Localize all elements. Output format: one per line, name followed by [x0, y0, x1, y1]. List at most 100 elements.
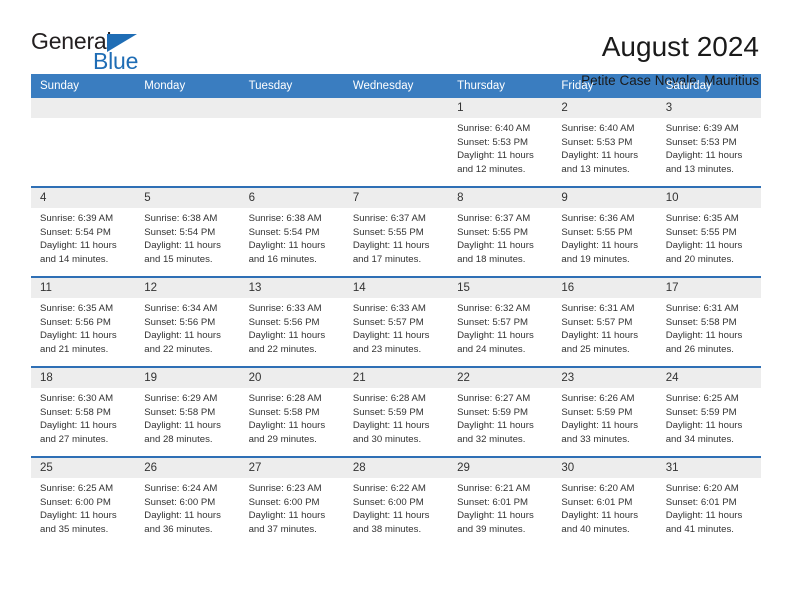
calendar-day-cell[interactable]: 22 Sunrise: 6:27 AM Sunset: 5:59 PM Dayligh… [448, 368, 553, 456]
day-details: Sunrise: 6:40 AM Sunset: 5:53 PM Daylight:… [448, 118, 552, 186]
daylight-text: Daylight: 11 hours and 40 minutes. [561, 510, 639, 535]
calendar-day-cell[interactable]: 2 Sunrise: 6:40 AM Sunset: 5:53 PM Daylight… [552, 98, 657, 186]
calendar-day-cell[interactable]: 29 Sunrise: 6:21 AM Sunset: 6:01 PM Dayligh… [448, 458, 553, 546]
day-number: 10 [656, 188, 761, 208]
sunrise-text: Sunrise: 6:27 AM [457, 393, 531, 404]
calendar-day-cell[interactable]: 10 Sunrise: 6:35 AM Sunset: 5:55 PM Dayligh… [656, 188, 761, 276]
daylight-text: Daylight: 11 hours and 29 minutes. [248, 420, 326, 445]
sunrise-text: Sunrise: 6:26 AM [561, 393, 635, 404]
sunset-text: Sunset: 5:58 PM [144, 406, 216, 418]
sunset-text: Sunset: 6:00 PM [248, 496, 320, 508]
calendar-day-cell[interactable]: 15 Sunrise: 6:32 AM Sunset: 5:57 PM Dayligh… [448, 278, 553, 366]
sunrise-text: Sunrise: 6:32 AM [457, 303, 531, 314]
day-details: Sunrise: 6:39 AM Sunset: 5:53 PM Daylight:… [657, 118, 761, 186]
sunset-text: Sunset: 5:58 PM [40, 406, 111, 418]
sunset-text: Sunset: 5:55 PM [352, 226, 424, 238]
day-number: 3 [656, 98, 761, 118]
day-details: Sunrise: 6:20 AM Sunset: 6:01 PM Daylight:… [657, 478, 761, 546]
sunset-text: Sunset: 5:56 PM [40, 316, 111, 328]
sunrise-text: Sunrise: 6:25 AM [665, 393, 739, 404]
calendar-day-cell[interactable]: 3 Sunrise: 6:39 AM Sunset: 5:53 PM Daylight… [656, 98, 761, 186]
calendar-day-cell[interactable]: 4 Sunrise: 6:39 AM Sunset: 5:54 PM Daylight… [31, 188, 136, 276]
calendar-day-cell[interactable]: 26 Sunrise: 6:24 AM Sunset: 6:00 PM Dayligh… [135, 458, 240, 546]
calendar-day-cell[interactable]: 14 Sunrise: 6:33 AM Sunset: 5:57 PM Dayligh… [343, 278, 449, 366]
daylight-text: Daylight: 11 hours and 25 minutes. [561, 330, 639, 355]
calendar-day-cell[interactable]: 1 Sunrise: 6:40 AM Sunset: 5:53 PM Daylight… [448, 98, 553, 186]
calendar-day-cell[interactable]: 8 Sunrise: 6:37 AM Sunset: 5:55 PM Daylight… [448, 188, 553, 276]
sunrise-text: Sunrise: 6:21 AM [457, 483, 531, 494]
calendar-day-cell[interactable]: 31 Sunrise: 6:20 AM Sunset: 6:01 PM Dayligh… [656, 458, 761, 546]
calendar-day-cell[interactable]: 27 Sunrise: 6:23 AM Sunset: 6:00 PM Dayligh… [239, 458, 344, 546]
weekday-header-monday: Monday [144, 80, 186, 92]
day-number: 20 [239, 368, 344, 388]
calendar-day-cell[interactable]: 18 Sunrise: 6:30 AM Sunset: 5:58 PM Dayligh… [31, 368, 136, 456]
sunrise-text: Sunrise: 6:38 AM [144, 213, 218, 224]
calendar-day-cell[interactable]: 6 Sunrise: 6:38 AM Sunset: 5:54 PM Daylight… [239, 188, 344, 276]
calendar-week-row: 18 Sunrise: 6:30 AM Sunset: 5:58 PM Dayligh… [31, 366, 761, 456]
calendar-day-cell[interactable]: 13 Sunrise: 6:33 AM Sunset: 5:56 PM Dayligh… [239, 278, 344, 366]
day-number: 9 [552, 188, 657, 208]
sunset-text: Sunset: 5:59 PM [352, 406, 424, 418]
sunset-text: Sunset: 5:59 PM [561, 406, 633, 418]
day-number: 30 [552, 458, 657, 478]
calendar-week-row: 1 Sunrise: 6:40 AM Sunset: 5:53 PM Daylight… [31, 98, 761, 186]
calendar-day-cell[interactable]: 23 Sunrise: 6:26 AM Sunset: 5:59 PM Dayligh… [552, 368, 657, 456]
calendar-day-cell[interactable]: 7 Sunrise: 6:37 AM Sunset: 5:55 PM Daylight… [343, 188, 449, 276]
weekday-header-wednesday: Wednesday [352, 80, 414, 92]
calendar-day-cell[interactable]: 12 Sunrise: 6:34 AM Sunset: 5:56 PM Dayligh… [135, 278, 240, 366]
day-number: 5 [135, 188, 240, 208]
logo-text-blue: Blue [93, 48, 139, 74]
sunset-text: Sunset: 5:54 PM [144, 226, 216, 238]
day-number: 14 [343, 278, 449, 298]
day-details: Sunrise: 6:20 AM Sunset: 6:01 PM Daylight:… [552, 478, 656, 546]
sunrise-text: Sunrise: 6:31 AM [561, 303, 635, 314]
day-details [135, 118, 239, 186]
calendar-day-cell[interactable]: 28 Sunrise: 6:22 AM Sunset: 6:00 PM Dayligh… [343, 458, 449, 546]
calendar-day-cell[interactable]: 17 Sunrise: 6:31 AM Sunset: 5:58 PM Dayligh… [656, 278, 761, 366]
day-number: 13 [239, 278, 344, 298]
calendar-day-cell-empty [135, 98, 240, 186]
day-details [344, 118, 448, 186]
sunset-text: Sunset: 6:00 PM [40, 496, 111, 508]
daylight-text: Daylight: 11 hours and 26 minutes. [665, 330, 743, 355]
daylight-text: Daylight: 11 hours and 12 minutes. [457, 150, 534, 175]
weekday-header-friday: Friday [561, 80, 594, 92]
daylight-text: Daylight: 11 hours and 30 minutes. [352, 420, 430, 445]
sunrise-text: Sunrise: 6:28 AM [352, 393, 426, 404]
sunrise-text: Sunrise: 6:37 AM [457, 213, 531, 224]
day-details: Sunrise: 6:39 AM Sunset: 5:54 PM Daylight:… [31, 208, 135, 276]
day-number: 26 [135, 458, 240, 478]
calendar-day-cell[interactable]: 5 Sunrise: 6:38 AM Sunset: 5:54 PM Daylight… [135, 188, 240, 276]
sunset-text: Sunset: 5:53 PM [561, 136, 633, 148]
calendar-day-cell[interactable]: 24 Sunrise: 6:25 AM Sunset: 5:59 PM Dayligh… [656, 368, 761, 456]
sunset-text: Sunset: 5:57 PM [561, 316, 633, 328]
day-number: 6 [239, 188, 344, 208]
sunset-text: Sunset: 5:54 PM [40, 226, 111, 238]
calendar-week-row: 11 Sunrise: 6:35 AM Sunset: 5:56 PM Dayligh… [31, 276, 761, 366]
calendar-day-cell[interactable]: 16 Sunrise: 6:31 AM Sunset: 5:57 PM Dayligh… [552, 278, 657, 366]
day-details [31, 118, 135, 186]
calendar-day-cell[interactable]: 19 Sunrise: 6:29 AM Sunset: 5:58 PM Dayligh… [135, 368, 240, 456]
sunrise-text: Sunrise: 6:34 AM [144, 303, 218, 314]
daylight-text: Daylight: 11 hours and 22 minutes. [144, 330, 221, 355]
day-details: Sunrise: 6:38 AM Sunset: 5:54 PM Daylight:… [135, 208, 239, 276]
day-details: Sunrise: 6:40 AM Sunset: 5:53 PM Daylight:… [552, 118, 656, 186]
day-number: 11 [31, 278, 136, 298]
day-number: 22 [448, 368, 553, 388]
day-details: Sunrise: 6:24 AM Sunset: 6:00 PM Daylight:… [135, 478, 239, 546]
calendar-day-cell[interactable]: 11 Sunrise: 6:35 AM Sunset: 5:56 PM Dayligh… [31, 278, 136, 366]
calendar-day-cell[interactable]: 30 Sunrise: 6:20 AM Sunset: 6:01 PM Dayligh… [552, 458, 657, 546]
calendar-day-cell[interactable]: 20 Sunrise: 6:28 AM Sunset: 5:58 PM Dayligh… [239, 368, 344, 456]
calendar-day-cell[interactable]: 9 Sunrise: 6:36 AM Sunset: 5:55 PM Daylight… [552, 188, 657, 276]
calendar-day-cell[interactable]: 21 Sunrise: 6:28 AM Sunset: 5:59 PM Dayligh… [343, 368, 449, 456]
day-details: Sunrise: 6:37 AM Sunset: 5:55 PM Daylight:… [448, 208, 552, 276]
sunrise-text: Sunrise: 6:39 AM [665, 123, 739, 134]
daylight-text: Daylight: 11 hours and 24 minutes. [457, 330, 534, 355]
daylight-text: Daylight: 11 hours and 15 minutes. [144, 240, 221, 265]
daylight-text: Daylight: 11 hours and 37 minutes. [248, 510, 326, 535]
calendar-day-cell[interactable]: 25 Sunrise: 6:25 AM Sunset: 6:00 PM Dayligh… [31, 458, 136, 546]
sunrise-text: Sunrise: 6:40 AM [457, 123, 531, 134]
sunset-text: Sunset: 5:58 PM [665, 316, 737, 328]
daylight-text: Daylight: 11 hours and 16 minutes. [248, 240, 326, 265]
sunset-text: Sunset: 5:57 PM [352, 316, 424, 328]
